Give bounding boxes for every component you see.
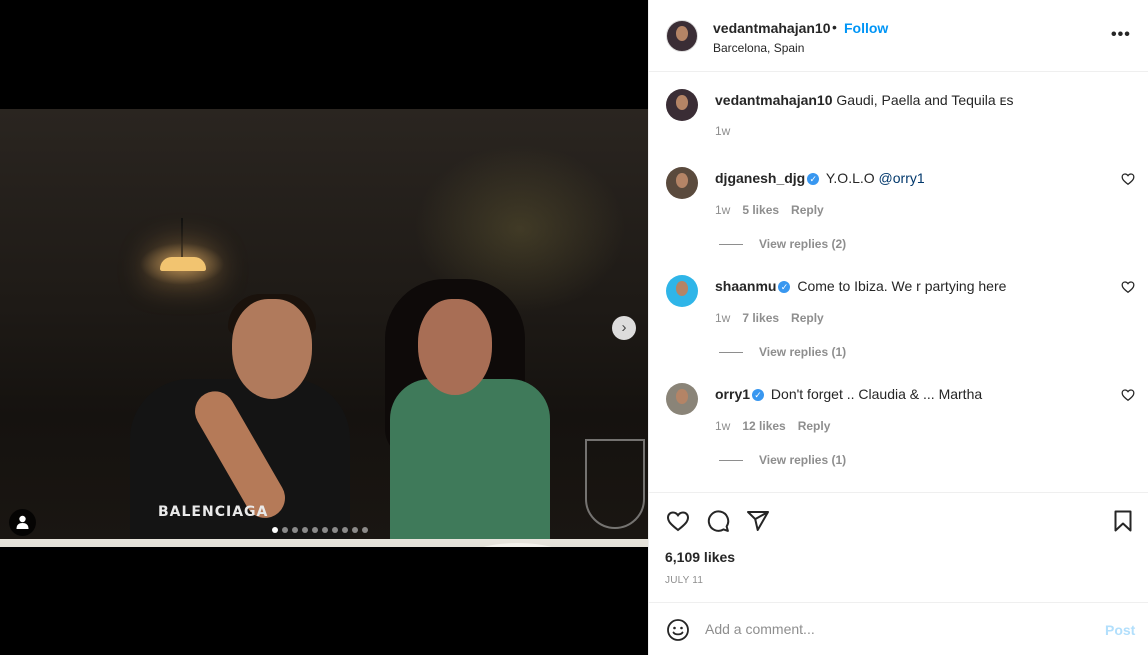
likes-count[interactable]: 6,109 likes <box>665 549 735 565</box>
comment-time: 1w <box>715 203 731 217</box>
comment-bubble-icon[interactable] <box>706 509 730 533</box>
comment-mention[interactable]: @orry1 <box>879 170 925 186</box>
comment-meta: 1w 5 likes Reply <box>715 203 824 217</box>
carousel-dot <box>322 527 328 533</box>
commenter-username[interactable]: shaanmu <box>715 278 776 294</box>
photo-face-left <box>232 299 312 399</box>
carousel-dot <box>282 527 288 533</box>
like-heart-icon[interactable] <box>666 509 690 533</box>
carousel-dot <box>312 527 318 533</box>
comment-meta: 1w 12 likes Reply <box>715 419 830 433</box>
comment-item: shaanmu ✓ Come to Ibiza. We r partying he… <box>649 261 1148 369</box>
commenter-username[interactable]: djganesh_djg <box>715 170 805 186</box>
comments-list[interactable]: vedantmahajan10 Gaudi, Paella and Tequil… <box>649 73 1148 491</box>
comment-likes[interactable]: 12 likes <box>742 419 785 433</box>
carousel-dot <box>302 527 308 533</box>
comment-text-line: shaanmu ✓ Come to Ibiza. We r partying he… <box>715 278 1006 294</box>
photo-table <box>0 539 648 547</box>
caption-body: Gaudi, Paella and Tequila ᴇs <box>836 92 1014 108</box>
carousel-dot <box>362 527 368 533</box>
bookmark-icon[interactable] <box>1111 509 1135 533</box>
commenter-avatar[interactable] <box>666 275 698 307</box>
carousel-next-button[interactable]: › <box>612 316 636 340</box>
photo-person-right <box>390 379 550 547</box>
more-options-icon[interactable]: ••• <box>1111 26 1131 44</box>
share-send-icon[interactable] <box>746 509 770 533</box>
view-replies-button[interactable]: View replies (1) <box>719 345 846 359</box>
post-photo[interactable]: BALENCIAGA <box>0 109 648 547</box>
header-separator: • <box>832 19 837 35</box>
post-header: vedantmahajan10 • Follow Barcelona, Spai… <box>649 0 1148 72</box>
caption-time: 1w <box>715 124 731 138</box>
carousel-dot <box>342 527 348 533</box>
lamp-cord <box>181 218 183 258</box>
post-actions: 6,109 likes JULY 11 <box>649 492 1148 602</box>
comment-text-line: djganesh_djg✓ Y.O.L.O @orry1 󠀠󠀠 <box>715 170 929 186</box>
post-comment-button[interactable]: Post <box>1105 622 1135 638</box>
comment-reply-button[interactable]: Reply <box>791 203 824 217</box>
comment-reply-button[interactable]: Reply <box>798 419 831 433</box>
post-media-area: BALENCIAGA › <box>0 0 648 655</box>
view-replies-button[interactable]: View replies (2) <box>719 237 846 251</box>
view-replies-label: View replies (1) <box>759 345 847 359</box>
caption-username[interactable]: vedantmahajan10 <box>715 92 833 108</box>
replies-divider <box>719 351 743 353</box>
shirt-print-text: BALENCIAGA <box>158 504 269 520</box>
view-replies-label: View replies (1) <box>759 453 847 467</box>
comment-item: djganesh_djg✓ Y.O.L.O @orry1 󠀠󠀠 1w 5 lik… <box>649 153 1148 261</box>
carousel-dot <box>352 527 358 533</box>
commenter-avatar[interactable] <box>666 383 698 415</box>
post-sidebar: vedantmahajan10 • Follow Barcelona, Spai… <box>648 0 1148 655</box>
comment-body: Don't forget .. Claudia & ... Martha <box>770 386 983 402</box>
commenter-username[interactable]: orry1 <box>715 386 750 402</box>
replies-divider <box>719 459 743 461</box>
comment-input[interactable] <box>705 617 1085 641</box>
verified-badge-icon: ✓ <box>778 281 791 293</box>
post-date: JULY 11 <box>665 575 704 586</box>
carousel-dot <box>292 527 298 533</box>
carousel-dot <box>332 527 338 533</box>
post-caption: vedantmahajan10 Gaudi, Paella and Tequil… <box>649 73 1148 153</box>
carousel-indicator <box>272 527 368 533</box>
author-avatar[interactable] <box>666 20 698 52</box>
photo-face-right <box>418 299 492 395</box>
caption-text: vedantmahajan10 Gaudi, Paella and Tequil… <box>715 92 1013 108</box>
pendant-lamp <box>160 257 206 271</box>
heart-icon[interactable] <box>1121 280 1135 294</box>
comment-time: 1w <box>715 311 731 325</box>
comment-reply-button[interactable]: Reply <box>791 311 824 325</box>
view-replies-label: View replies (2) <box>759 237 847 251</box>
caption-avatar[interactable] <box>666 89 698 121</box>
verified-badge-icon: ✓ <box>807 173 820 185</box>
photo-wine-glass <box>585 439 645 529</box>
tagged-users-button[interactable] <box>9 509 36 536</box>
add-comment-bar: Post <box>649 602 1148 655</box>
emoji-icon[interactable] <box>666 618 690 642</box>
chevron-right-icon: › <box>621 319 627 336</box>
comment-time: 1w <box>715 419 731 433</box>
follow-button[interactable]: Follow <box>844 20 888 36</box>
verified-badge-icon: ✓ <box>752 389 765 401</box>
carousel-dot <box>272 527 278 533</box>
comment-item: orry1 ✓ Don't forget .. Claudia & ... Mar… <box>649 369 1148 477</box>
comment-likes[interactable]: 7 likes <box>742 311 779 325</box>
view-replies-button[interactable]: View replies (1) <box>719 453 846 467</box>
heart-icon[interactable] <box>1121 388 1135 402</box>
user-icon <box>16 515 29 529</box>
commenter-avatar[interactable] <box>666 167 698 199</box>
comment-likes[interactable]: 5 likes <box>742 203 779 217</box>
author-username[interactable]: vedantmahajan10 <box>713 20 831 36</box>
comment-meta: 1w 7 likes Reply <box>715 311 824 325</box>
comment-body: Come to Ibiza. We r partying here <box>797 278 1007 294</box>
heart-icon[interactable] <box>1121 172 1135 186</box>
comment-text-line: orry1 ✓ Don't forget .. Claudia & ... Mar… <box>715 386 986 402</box>
comment-body: Y.O.L.O <box>825 170 875 186</box>
replies-divider <box>719 243 743 245</box>
post-location[interactable]: Barcelona, Spain <box>713 41 804 55</box>
